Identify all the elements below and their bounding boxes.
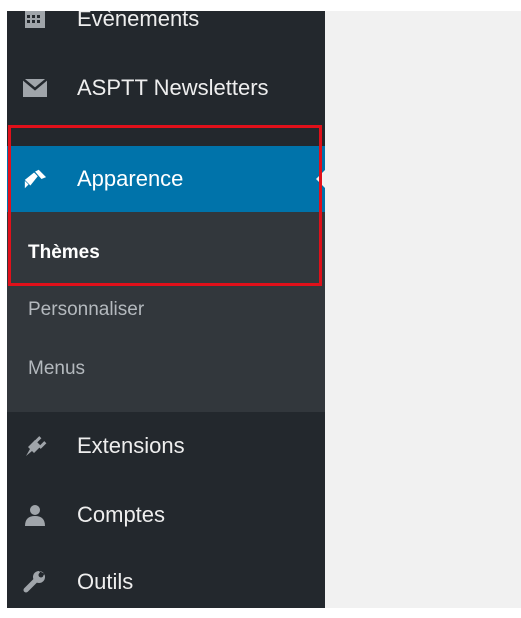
menu-item-label: Évènements — [77, 11, 200, 31]
menu-item-label: Comptes — [77, 502, 166, 527]
menu-item-label: Outils — [77, 569, 134, 594]
apparence-submenu: Thèmes Personnaliser Menus — [7, 212, 325, 412]
menu-item-label: ASPTT Newsletters — [77, 75, 269, 100]
menu-item-comptes[interactable]: Comptes — [7, 493, 325, 537]
menu-item-apparence[interactable]: Apparence — [7, 146, 325, 212]
wrench-icon — [23, 570, 47, 594]
main-content-area — [325, 11, 521, 608]
admin-screen: Évènements ASPTT Newsletters Apparence T… — [7, 11, 521, 608]
calendar-icon — [23, 11, 47, 31]
menu-item-extensions[interactable]: Extensions — [7, 424, 325, 468]
menu-item-aspttnewsletters[interactable]: ASPTT Newsletters — [7, 66, 325, 110]
envelope-icon — [23, 76, 47, 100]
menu-item-outils[interactable]: Outils — [7, 560, 325, 604]
plugin-icon — [23, 434, 47, 458]
menu-item-label: Apparence — [77, 166, 184, 191]
submenu-item-personnaliser[interactable]: Personnaliser — [28, 299, 144, 321]
menu-item-label: Extensions — [77, 433, 185, 458]
paintbrush-icon — [23, 167, 47, 191]
active-indicator-arrow — [316, 170, 325, 188]
user-icon — [23, 503, 47, 527]
menu-item-evenements[interactable]: Évènements — [7, 11, 325, 41]
submenu-item-themes[interactable]: Thèmes — [28, 242, 100, 264]
admin-sidebar: Évènements ASPTT Newsletters Apparence T… — [7, 11, 325, 608]
submenu-item-menus[interactable]: Menus — [28, 358, 85, 380]
